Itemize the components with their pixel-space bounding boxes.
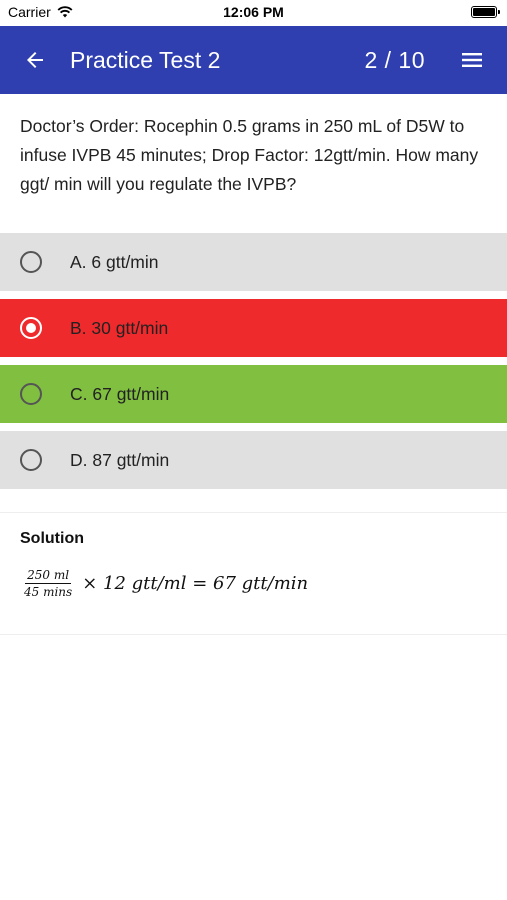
status-bar: Carrier 12:06 PM: [0, 0, 507, 26]
battery-icon: [471, 6, 500, 18]
radio-unselected-icon[interactable]: [20, 251, 42, 273]
answer-option-d[interactable]: D. 87 gtt/min: [0, 431, 507, 489]
radio-selected-icon[interactable]: [20, 317, 42, 339]
formula-fraction: 250 ml 45 mins: [22, 568, 74, 599]
question-progress: 2 / 10: [364, 47, 425, 73]
back-button[interactable]: [20, 46, 50, 74]
arrow-left-icon: [27, 52, 43, 68]
divider: [0, 512, 507, 513]
solution-formula: 250 ml 45 mins × 12 gtt/ml = 67 gtt/min: [22, 568, 308, 599]
answer-option-c[interactable]: C. 67 gtt/min: [0, 365, 507, 423]
radio-unselected-icon[interactable]: [20, 383, 42, 405]
answer-option-label: B. 30 gtt/min: [70, 317, 169, 338]
divider: [0, 634, 507, 635]
hamburger-menu-icon: [462, 53, 482, 67]
answer-option-label: A. 6 gtt/min: [70, 251, 159, 272]
app-bar: Practice Test 2 2 / 10: [0, 26, 507, 94]
status-time: 12:06 PM: [223, 4, 284, 20]
radio-unselected-icon[interactable]: [20, 449, 42, 471]
page-title: Practice Test 2: [70, 47, 221, 73]
solution-title: Solution: [20, 530, 84, 547]
answer-option-b[interactable]: B. 30 gtt/min: [0, 299, 507, 357]
question-text: Doctor’s Order: Rocephin 0.5 grams in 25…: [20, 116, 479, 194]
answer-option-a[interactable]: A. 6 gtt/min: [0, 233, 507, 291]
formula-denominator: 45 mins: [24, 585, 73, 599]
formula-numerator: 250 ml: [25, 568, 72, 584]
answer-option-label: C. 67 gtt/min: [70, 383, 170, 404]
menu-button[interactable]: [457, 46, 487, 74]
answer-option-label: D. 87 gtt/min: [70, 449, 170, 470]
formula-expression: × 12 gtt/ml = 67 gtt/min: [82, 573, 309, 594]
